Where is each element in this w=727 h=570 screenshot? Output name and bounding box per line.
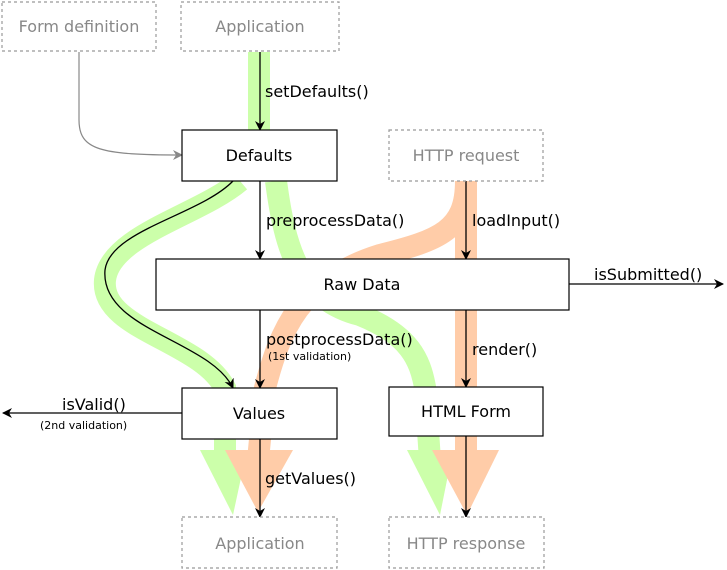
node-label: Defaults <box>226 146 293 165</box>
node-label: Application <box>215 534 304 553</box>
node-defaults: Defaults <box>181 129 338 182</box>
render-label: render() <box>472 340 537 359</box>
postprocess-note: (1st validation) <box>268 350 351 363</box>
set-defaults-label: setDefaults() <box>265 82 369 101</box>
preprocess-label: preprocessData() <box>266 211 404 230</box>
node-values: Values <box>181 387 338 440</box>
node-http-response: HTTP response <box>388 516 545 569</box>
is-valid-note: (2nd validation) <box>40 419 127 432</box>
form-lifecycle-diagram: Form definition Application Defaults HTT… <box>1 1 724 569</box>
form-definition-arrow <box>78 52 183 160</box>
node-label: Application <box>215 17 304 36</box>
is-submitted-label: isSubmitted() <box>594 265 702 284</box>
node-label: Values <box>233 404 285 423</box>
is-valid-label: isValid() <box>62 395 126 414</box>
node-label: HTML Form <box>421 402 511 421</box>
node-application-bottom: Application <box>181 516 338 569</box>
node-http-request: HTTP request <box>388 129 544 182</box>
node-form-definition: Form definition <box>1 1 157 52</box>
node-label: HTTP response <box>407 534 526 553</box>
node-label: HTTP request <box>413 146 520 165</box>
node-html-form: HTML Form <box>388 386 544 437</box>
load-input-label: loadInput() <box>472 211 560 230</box>
node-raw-data: Raw Data <box>155 258 570 311</box>
node-application-top: Application <box>180 1 340 52</box>
postprocess-label: postprocessData() <box>266 330 413 349</box>
node-label: Raw Data <box>324 275 401 294</box>
node-label: Form definition <box>19 17 140 36</box>
get-values-label: getValues() <box>265 469 356 488</box>
